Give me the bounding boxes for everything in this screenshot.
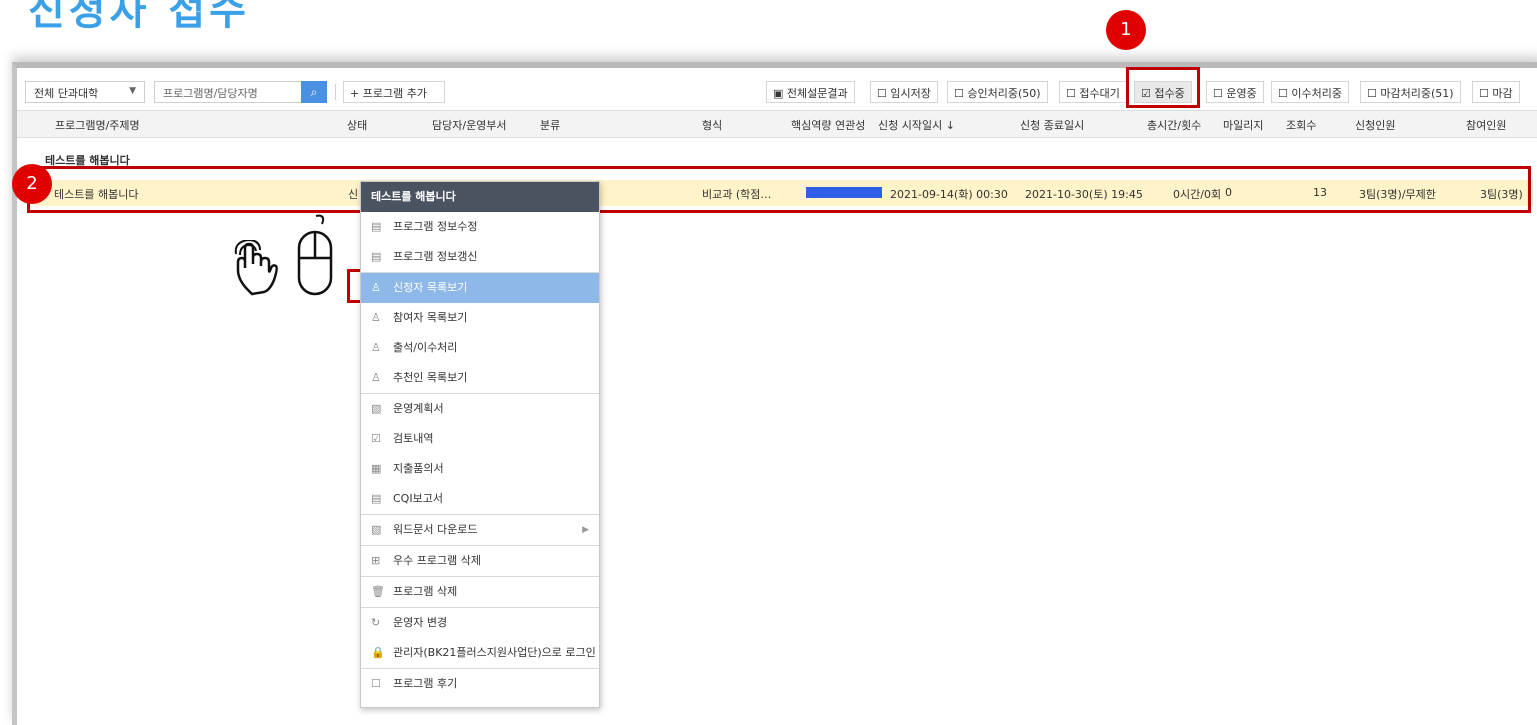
menu-item-delete-program[interactable]: 🗑 프로그램 삭제 — [361, 576, 599, 607]
menu-label: CQI보고서 — [393, 492, 443, 505]
excel-icon: ▣ — [773, 87, 784, 100]
col-start[interactable]: 신청 시작일시 ↓ — [878, 117, 955, 133]
highlight-row — [27, 166, 1531, 213]
mouse-icon — [297, 214, 333, 296]
filter-waiting[interactable]: ☐ 접수대기 — [1059, 81, 1127, 103]
menu-label: 프로그램 정보갱신 — [393, 250, 478, 263]
search-icon: ⌕ — [310, 85, 318, 99]
doc-w-icon: ▧ — [371, 523, 382, 536]
menu-item-cqi-report[interactable]: ▤ CQI보고서 — [361, 484, 599, 514]
menu-label: 출석/이수처리 — [393, 341, 458, 354]
doc-w-icon: ▧ — [371, 402, 382, 415]
menu-item-recommender-list[interactable]: ♙ 추천인 목록보기 — [361, 363, 599, 393]
plus-doc-icon: ⊞ — [371, 554, 381, 567]
menu-item-participant-list[interactable]: ♙ 참여자 목록보기 — [361, 303, 599, 333]
filter-label: 이수처리중 — [1291, 87, 1342, 100]
toolbar: 전체 단과대학 ▼ 프로그램명/담당자명 ⌕ + 프로그램 추가 ▣ 전체설문결… — [17, 78, 1537, 106]
col-hours[interactable]: 총시간/횟수 — [1147, 117, 1201, 133]
menu-item-change-operator[interactable]: ↻ 운영자 변경 — [361, 607, 599, 638]
menu-label: 검토내역 — [393, 432, 434, 445]
menu-label: 프로그램 정보수정 — [393, 220, 478, 233]
menu-item-admin-login[interactable]: 🔒 관리자(BK21플러스지원사업단)으로 로그인 — [361, 638, 599, 668]
document-icon: ▤ — [371, 250, 382, 263]
highlight-receiving-filter — [1126, 67, 1200, 108]
context-menu: 테스트를 해봅니다 ▤ 프로그램 정보수정 ▤ 프로그램 정보갱신 ♙ 신청자 목록보… — [360, 181, 600, 708]
col-name[interactable]: 프로그램명/주제명 — [55, 117, 140, 133]
col-format[interactable]: 형식 — [702, 117, 722, 133]
col-competency[interactable]: 핵심역량 연관성 — [791, 117, 865, 133]
trash-icon: 🗑 — [371, 585, 385, 598]
col-end[interactable]: 신청 종료일시 — [1020, 117, 1084, 133]
college-select-value: 전체 단과대학 — [34, 87, 99, 100]
survey-results-label: 전체설문결과 — [786, 87, 848, 100]
filter-temp-save[interactable]: ☐ 임시저장 — [870, 81, 938, 103]
grid-doc-icon: ▦ — [371, 462, 382, 475]
col-views[interactable]: 조회수 — [1286, 117, 1316, 133]
doc-lines-icon: ▤ — [371, 492, 382, 505]
menu-label: 프로그램 삭제 — [393, 585, 458, 598]
add-program-button[interactable]: + 프로그램 추가 — [343, 81, 445, 103]
filter-label: 임시저장 — [890, 87, 931, 100]
menu-item-delete-excellent[interactable]: ⊞ 우수 프로그램 삭제 — [361, 545, 599, 576]
table-header: 프로그램명/주제명 상태 담당자/운영부서 분류 형식 핵심역량 연관성 신청 … — [17, 110, 1537, 138]
menu-label: 참여자 목록보기 — [393, 311, 468, 324]
app-window: 전체 단과대학 ▼ 프로그램명/담당자명 ⌕ + 프로그램 추가 ▣ 전체설문결… — [12, 62, 1537, 725]
col-applicants[interactable]: 신청인원 — [1355, 117, 1395, 133]
survey-results-button[interactable]: ▣ 전체설문결과 — [766, 81, 855, 103]
document-icon: ▤ — [371, 220, 382, 233]
col-participants[interactable]: 참여인원 — [1466, 117, 1506, 133]
square-icon: ☐ — [371, 677, 381, 690]
user-icon: ♙ — [371, 311, 381, 324]
filter-approval[interactable]: ☐ 승인처리중(50) — [947, 81, 1048, 103]
menu-label: 추천인 목록보기 — [393, 371, 468, 384]
filter-operating[interactable]: ☐ 운영중 — [1206, 81, 1264, 103]
menu-label: 운영계획서 — [393, 402, 444, 415]
context-menu-header: 테스트를 해봅니다 — [361, 182, 599, 212]
filter-label: 승인처리중(50) — [967, 87, 1041, 100]
users-icon: ♙ — [371, 281, 381, 294]
menu-label: 우수 프로그램 삭제 — [393, 554, 481, 567]
menu-item-review-history[interactable]: ☑ 검토내역 — [361, 424, 599, 454]
menu-item-expense-request[interactable]: ▦ 지출품의서 — [361, 454, 599, 484]
menu-item-refresh-info[interactable]: ▤ 프로그램 정보갱신 — [361, 242, 599, 272]
filter-completing[interactable]: ☐ 이수처리중 — [1271, 81, 1349, 103]
menu-label: 신청자 목록보기 — [393, 281, 468, 294]
col-manager[interactable]: 담당자/운영부서 — [432, 117, 507, 133]
filter-label: 운영중 — [1226, 87, 1257, 100]
filter-label: 마감처리중(51) — [1380, 87, 1454, 100]
menu-label: 프로그램 후기 — [393, 677, 458, 690]
divider — [335, 84, 336, 100]
filter-label: 접수대기 — [1079, 87, 1120, 100]
filter-label: 마감 — [1492, 87, 1513, 100]
page-title: 신청자 접수 — [28, 0, 250, 34]
menu-label: 운영자 변경 — [393, 616, 448, 629]
lock-icon: 🔒 — [371, 646, 385, 659]
user-icon: ♙ — [371, 341, 381, 354]
user-icon: ♙ — [371, 371, 381, 384]
chevron-right-icon: ▶ — [582, 525, 589, 535]
step-1-badge: 1 — [1106, 10, 1146, 50]
hand-click-icon — [234, 240, 278, 296]
col-category[interactable]: 분류 — [540, 117, 560, 133]
step-2-badge: 2 — [12, 164, 52, 204]
menu-label: 관리자(BK21플러스지원사업단)으로 로그인 — [393, 646, 596, 659]
menu-item-attendance[interactable]: ♙ 출석/이수처리 — [361, 333, 599, 363]
check-doc-icon: ☑ — [371, 432, 381, 445]
search-button[interactable]: ⌕ — [301, 81, 327, 103]
col-status[interactable]: 상태 — [347, 117, 367, 133]
menu-item-program-review[interactable]: ☐ 프로그램 후기 — [361, 668, 599, 699]
menu-item-applicant-list[interactable]: ♙ 신청자 목록보기 — [361, 272, 599, 303]
filter-closed[interactable]: ☐ 마감 — [1472, 81, 1520, 103]
search-input[interactable]: 프로그램명/담당자명 — [154, 81, 302, 103]
filter-closing[interactable]: ☐ 마감처리중(51) — [1360, 81, 1461, 103]
college-select[interactable]: 전체 단과대학 ▼ — [25, 81, 145, 103]
menu-item-operation-plan[interactable]: ▧ 운영계획서 — [361, 393, 599, 424]
menu-label: 워드문서 다운로드 — [393, 523, 478, 536]
chevron-down-icon: ▼ — [129, 86, 136, 96]
menu-item-word-download[interactable]: ▧ 워드문서 다운로드 ▶ — [361, 514, 599, 545]
refresh-icon: ↻ — [371, 616, 381, 629]
menu-label: 지출품의서 — [393, 462, 444, 475]
col-mileage[interactable]: 마일리지 — [1223, 117, 1263, 133]
menu-item-edit-info[interactable]: ▤ 프로그램 정보수정 — [361, 212, 599, 242]
